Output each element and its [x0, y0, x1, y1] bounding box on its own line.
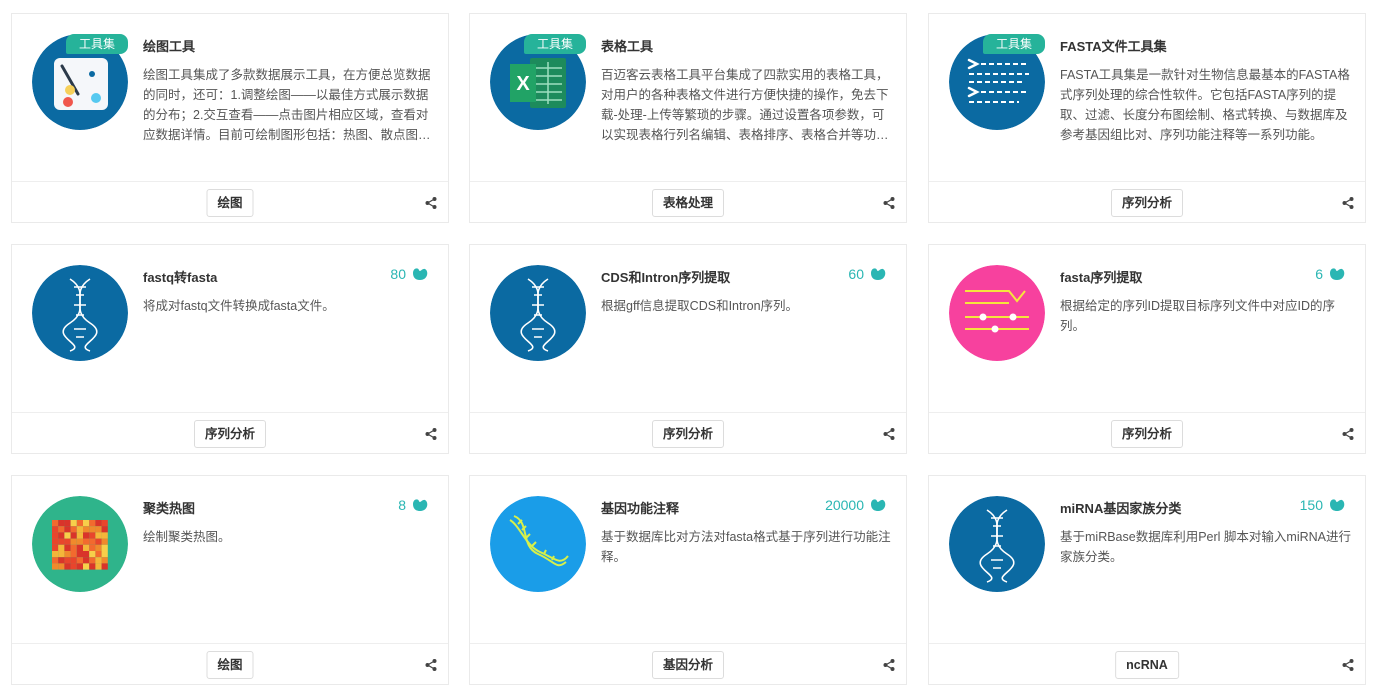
usage-count-value: 8 — [398, 497, 406, 513]
share-icon[interactable] — [1341, 427, 1355, 441]
usage-count: 150 — [1300, 496, 1347, 514]
category-tag-button[interactable]: 序列分析 — [193, 420, 267, 448]
bean-icon — [1330, 268, 1345, 280]
card-title[interactable]: CDS和Intron序列提取 — [601, 267, 730, 286]
card-footer: 序列分析 — [929, 181, 1365, 222]
category-tag-button[interactable]: 序列分析 — [651, 420, 725, 448]
card-description: 根据给定的序列ID提取目标序列文件中对应ID的序列。 — [1060, 299, 1336, 333]
card-description: 基于数据库比对方法对fasta格式基于序列进行功能注释。 — [601, 530, 891, 564]
tool-card-fastq-to-fasta[interactable]: fastq转fasta 将成对fastq文件转换成fasta文件。 80 序列分… — [11, 244, 449, 454]
card-footer: 绘图 — [12, 181, 448, 222]
share-icon[interactable] — [1341, 196, 1355, 210]
share-icon[interactable] — [424, 427, 438, 441]
toolset-badge: 工具集 — [66, 34, 128, 54]
usage-count: 60 — [848, 265, 888, 283]
share-icon[interactable] — [424, 658, 438, 672]
tool-card-cds-intron[interactable]: CDS和Intron序列提取 根据gff信息提取CDS和Intron序列。 60… — [469, 244, 907, 454]
bean-icon — [871, 499, 886, 511]
card-description: 将成对fastq文件转换成fasta文件。 — [143, 299, 335, 313]
toolset-badge: 工具集 — [524, 34, 586, 54]
card-description: 绘制聚类热图。 — [143, 530, 231, 544]
usage-count-value: 60 — [848, 266, 864, 282]
dna-icon — [949, 496, 1045, 592]
category-tag-button[interactable]: 绘图 — [206, 651, 254, 679]
bean-icon — [1330, 499, 1345, 511]
card-description: 百迈客云表格工具平台集成了四款实用的表格工具，对用户的各种表格文件进行方便快捷的… — [601, 68, 889, 142]
card-title[interactable]: FASTA文件工具集 — [1060, 36, 1167, 55]
usage-count-value: 80 — [390, 266, 406, 282]
usage-count: 20000 — [825, 496, 888, 514]
usage-count: 80 — [390, 265, 430, 283]
tool-card-fasta-extract[interactable]: fasta序列提取 根据给定的序列ID提取目标序列文件中对应ID的序列。 6 序… — [928, 244, 1366, 454]
bean-icon — [413, 499, 428, 511]
card-title[interactable]: 基因功能注释 — [601, 498, 679, 517]
card-description: FASTA工具集是一款针对生物信息最基本的FASTA格式序列处理的综合性软件。它… — [1060, 68, 1350, 142]
category-tag-button[interactable]: 表格处理 — [651, 189, 725, 217]
card-description: 绘图工具集成了多款数据展示工具，在方便总览数据的同时，还可：1.调整绘图——以最… — [143, 68, 431, 142]
svg-text:X: X — [516, 73, 530, 95]
dna-icon — [32, 265, 128, 361]
card-title[interactable]: miRNA基因家族分类 — [1060, 498, 1181, 517]
usage-count: 8 — [398, 496, 430, 514]
tool-card-table[interactable]: X 工具集 表格工具 百迈客云表格工具平台集成了四款实用的表格工具，对用户的各种… — [469, 13, 907, 223]
tool-card-mirna-family[interactable]: miRNA基因家族分类 基于miRBase数据库利用Perl 脚本对输入miRN… — [928, 475, 1366, 685]
dna-yellow-icon — [490, 496, 586, 592]
card-description: 根据gff信息提取CDS和Intron序列。 — [601, 299, 799, 313]
card-footer: 序列分析 — [12, 412, 448, 453]
filter-sliders-icon — [949, 265, 1045, 361]
bean-icon — [413, 268, 428, 280]
category-tag-button[interactable]: 序列分析 — [1110, 189, 1184, 217]
card-footer: 序列分析 — [470, 412, 906, 453]
category-tag-button[interactable]: 序列分析 — [1110, 420, 1184, 448]
card-footer: 序列分析 — [929, 412, 1365, 453]
share-icon[interactable] — [882, 427, 896, 441]
tool-card-gene-annotation[interactable]: 基因功能注释 基于数据库比对方法对fasta格式基于序列进行功能注释。 2000… — [469, 475, 907, 685]
card-footer: 绘图 — [12, 643, 448, 684]
share-icon[interactable] — [424, 196, 438, 210]
usage-count-value: 20000 — [825, 497, 864, 513]
heatmap-icon — [32, 496, 128, 592]
dna-icon — [490, 265, 586, 361]
card-footer: 表格处理 — [470, 181, 906, 222]
usage-count: 6 — [1315, 265, 1347, 283]
share-icon[interactable] — [882, 658, 896, 672]
category-tag-button[interactable]: 基因分析 — [651, 651, 725, 679]
toolset-badge: 工具集 — [983, 34, 1045, 54]
card-title[interactable]: 表格工具 — [601, 36, 653, 55]
usage-count-value: 6 — [1315, 266, 1323, 282]
card-title[interactable]: 绘图工具 — [143, 36, 195, 55]
card-footer: 基因分析 — [470, 643, 906, 684]
card-title[interactable]: fastq转fasta — [143, 267, 217, 286]
category-tag-button[interactable]: ncRNA — [1115, 651, 1179, 679]
card-footer: ncRNA — [929, 643, 1365, 684]
category-tag-button[interactable]: 绘图 — [206, 189, 254, 217]
bean-icon — [871, 268, 886, 280]
tool-card-cluster-heatmap[interactable]: 聚类热图 绘制聚类热图。 8 绘图 — [11, 475, 449, 685]
card-title[interactable]: fasta序列提取 — [1060, 267, 1142, 286]
tool-card-fasta-toolset[interactable]: 工具集 FASTA文件工具集 FASTA工具集是一款针对生物信息最基本的FAST… — [928, 13, 1366, 223]
tool-card-plotting[interactable]: 工具集 绘图工具 绘图工具集成了多款数据展示工具，在方便总览数据的同时，还可：1… — [11, 13, 449, 223]
usage-count-value: 150 — [1299, 497, 1323, 513]
card-description: 基于miRBase数据库利用Perl 脚本对输入miRNA进行家族分类。 — [1060, 530, 1351, 564]
share-icon[interactable] — [1341, 658, 1355, 672]
card-title[interactable]: 聚类热图 — [143, 498, 195, 517]
share-icon[interactable] — [882, 196, 896, 210]
